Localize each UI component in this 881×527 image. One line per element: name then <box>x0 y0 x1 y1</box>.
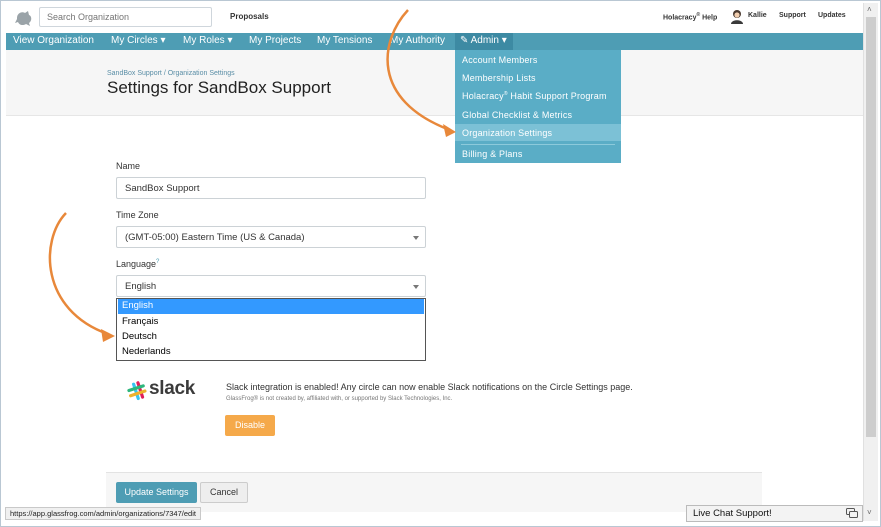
timezone-label: Time Zone <box>116 210 159 220</box>
live-chat-widget[interactable]: Live Chat Support! <box>686 505 863 522</box>
nav-my-roles[interactable]: My Roles ▾ <box>183 35 232 46</box>
language-help-link[interactable]: ? <box>156 259 159 265</box>
status-bar-url: https://app.glassfrog.com/admin/organiza… <box>5 507 201 520</box>
menu-divider <box>461 144 615 145</box>
language-option-english[interactable]: English <box>118 299 424 314</box>
admin-dropdown-menu: Account Members Membership Lists Holacra… <box>455 50 621 163</box>
page-title: Settings for SandBox Support <box>107 78 331 97</box>
nav-admin[interactable]: ✎ Admin ▾ <box>455 33 513 50</box>
slack-status-message: Slack integration is enabled! Any circle… <box>226 382 633 392</box>
language-value: English <box>125 281 157 292</box>
chat-bubble-icon[interactable] <box>846 508 858 519</box>
main-nav: View Organization My Circles ▾ My Roles … <box>6 33 863 50</box>
scroll-down-icon[interactable]: ˅ <box>867 508 872 517</box>
wrench-icon: ✎ <box>460 35 469 46</box>
support-link[interactable]: Support <box>779 12 806 19</box>
language-option-francais[interactable]: Français <box>118 315 424 330</box>
language-options-list: English Français Deutsch Nederlands <box>116 298 426 361</box>
timezone-value: (GMT-05:00) Eastern Time (US & Canada) <box>125 232 305 243</box>
menu-billing-plans[interactable]: Billing & Plans <box>462 149 523 159</box>
proposals-link[interactable]: Proposals <box>230 12 269 21</box>
help-prefix: Holacracy <box>663 14 697 22</box>
holacracy-help-link[interactable]: Holacracy® Help <box>663 12 717 21</box>
nav-admin-label: Admin ▾ <box>470 35 507 46</box>
avatar[interactable] <box>730 9 744 24</box>
chevron-down-icon <box>413 236 419 240</box>
slack-wordmark: slack <box>149 378 196 399</box>
nav-my-circles[interactable]: My Circles ▾ <box>111 35 165 46</box>
scroll-up-icon[interactable]: ˄ <box>867 5 872 14</box>
name-label: Name <box>116 161 141 171</box>
name-value: SandBox Support <box>125 183 200 194</box>
menu-account-members[interactable]: Account Members <box>462 55 538 65</box>
glassfrog-logo-icon[interactable] <box>14 9 34 27</box>
chevron-down-icon <box>413 285 419 289</box>
menu-organization-settings[interactable]: Organization Settings <box>462 128 552 138</box>
language-select[interactable]: English <box>116 275 426 297</box>
breadcrumb[interactable]: SandBox Support / Organization Settings <box>107 70 235 77</box>
disable-slack-button[interactable]: Disable <box>225 415 275 436</box>
menu-membership-lists[interactable]: Membership Lists <box>462 73 536 83</box>
language-option-deutsch[interactable]: Deutsch <box>118 330 424 345</box>
language-label: Language? <box>116 259 159 269</box>
top-bar: Proposals Holacracy® Help Kallie Support… <box>6 3 863 33</box>
language-option-nederlands[interactable]: Nederlands <box>118 345 424 360</box>
menu-habit-label: Habit Support Program <box>510 91 607 101</box>
search-input[interactable] <box>39 7 212 27</box>
timezone-select[interactable]: (GMT-05:00) Eastern Time (US & Canada) <box>116 226 426 248</box>
nav-my-projects[interactable]: My Projects <box>249 35 301 46</box>
menu-holacracy-prefix: Holacracy <box>462 91 504 101</box>
nav-view-organization[interactable]: View Organization <box>13 35 94 46</box>
nav-my-authority[interactable]: My Authority <box>390 35 445 46</box>
cancel-button[interactable]: Cancel <box>200 482 248 503</box>
slack-logo-icon <box>127 381 147 401</box>
nav-my-tensions[interactable]: My Tensions <box>317 35 372 46</box>
live-chat-label: Live Chat Support! <box>693 508 772 519</box>
name-field[interactable]: SandBox Support <box>116 177 426 199</box>
updates-link[interactable]: Updates <box>818 12 846 19</box>
user-name-link[interactable]: Kallie <box>748 12 767 19</box>
menu-global-checklist-metrics[interactable]: Global Checklist & Metrics <box>462 110 572 120</box>
vertical-scrollbar[interactable]: ˄ ˅ <box>863 3 878 521</box>
slack-disclaimer: GlassFrog® is not created by, affiliated… <box>226 396 453 402</box>
update-settings-button[interactable]: Update Settings <box>116 482 197 503</box>
language-label-text: Language <box>116 259 157 269</box>
scroll-thumb[interactable] <box>866 17 876 437</box>
menu-habit-support-program[interactable]: Holacracy® Habit Support Program <box>462 91 607 101</box>
help-suffix: Help <box>702 14 718 22</box>
